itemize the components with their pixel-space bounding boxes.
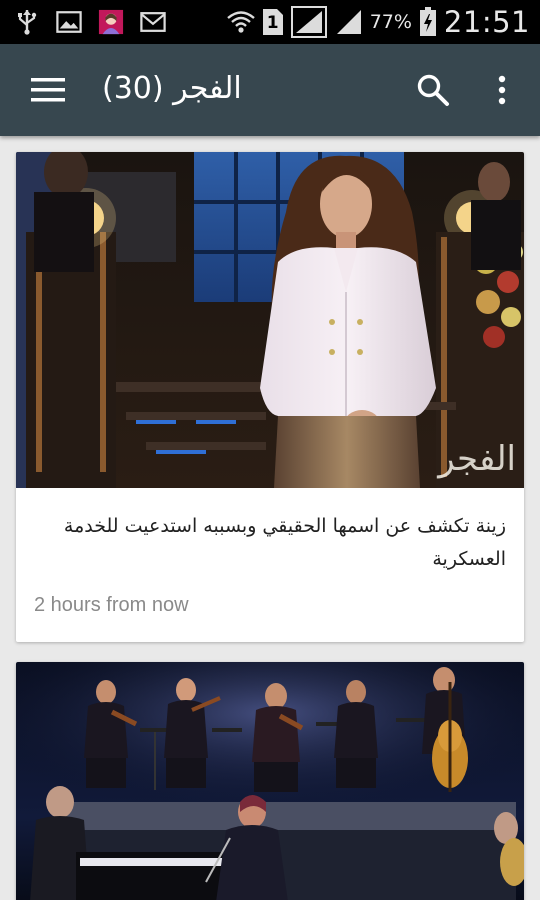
more-options-button[interactable] xyxy=(482,67,522,113)
clock: 21:51 xyxy=(443,5,530,39)
menu-button[interactable] xyxy=(22,67,74,113)
battery-percent: 77% xyxy=(369,11,412,33)
news-card-image[interactable]: الفجر xyxy=(16,152,524,488)
signal-icon xyxy=(334,9,364,35)
battery-charging-icon xyxy=(418,7,438,36)
app-title: الفجر (30) xyxy=(102,71,242,106)
hamburger-menu-icon xyxy=(31,78,65,102)
news-card-time: 2 hours from now xyxy=(34,594,189,616)
news-card[interactable] xyxy=(16,662,524,900)
photo-thumbnail-icon xyxy=(98,9,124,35)
usb-icon xyxy=(14,9,40,35)
search-button[interactable] xyxy=(410,67,456,113)
news-card-headline[interactable]: زينة تكشف عن اسمها الحقيقي وبسببه استدعي… xyxy=(38,510,506,576)
signal-strong-icon xyxy=(290,6,328,38)
status-bar-notifications xyxy=(14,0,166,44)
sim1-icon: 1 xyxy=(262,9,284,35)
wifi-icon xyxy=(226,9,256,35)
sim-label: 1 xyxy=(266,13,279,33)
news-card-image[interactable] xyxy=(16,662,524,900)
app-bar: الفجر (30) xyxy=(0,44,540,136)
news-card[interactable]: الفجر زينة تكشف عن اسمها الحقيقي وبسببه … xyxy=(16,152,524,642)
status-bar: 1 77% 21:51 xyxy=(0,0,540,44)
status-bar-system: 1 77% 21:51 xyxy=(226,0,530,44)
more-vert-icon xyxy=(498,75,506,105)
search-icon xyxy=(417,74,449,106)
image-icon xyxy=(56,9,82,35)
gmail-icon xyxy=(140,9,166,35)
image-watermark-logo: الفجر xyxy=(436,439,516,479)
